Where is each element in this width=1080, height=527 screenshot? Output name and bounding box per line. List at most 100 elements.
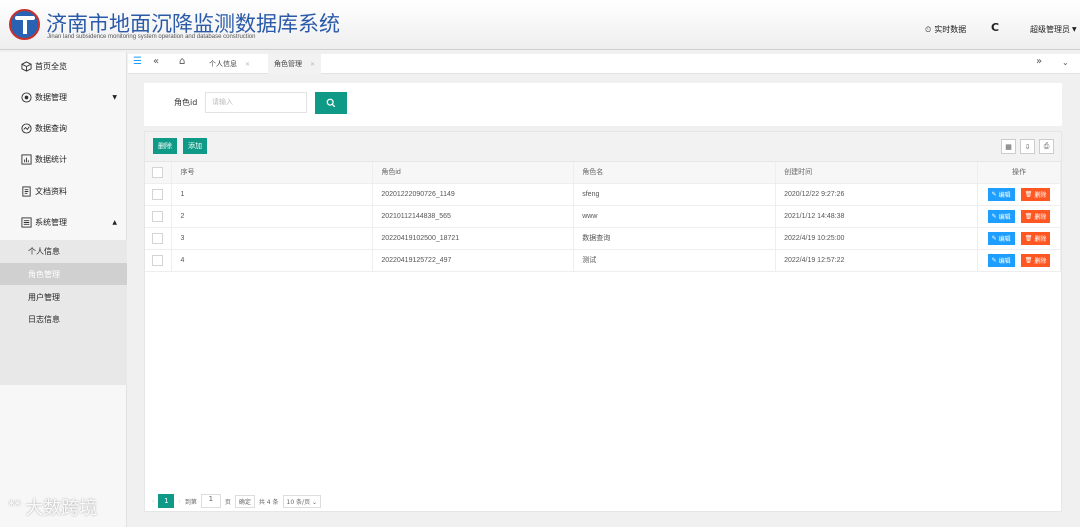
row-checkbox[interactable] (152, 254, 163, 266)
page-1-button[interactable]: 1 (158, 494, 175, 508)
sidebar-item-personal-info[interactable]: 个人信息 (0, 240, 127, 262)
row-actions: ✎ 编辑 🗑 删除 (977, 183, 1062, 206)
role-name: sfeng (573, 183, 777, 206)
print-icon[interactable]: ⎙ (1039, 139, 1054, 154)
row-number: 2 (171, 205, 374, 228)
realtime-data-link[interactable]: ⏲ 实时数据 (925, 24, 966, 35)
tab-bar: ☰ « ⌂ 个人信息 ✕ 角色管理 ✕ » ⌄ (128, 54, 1080, 74)
close-icon[interactable]: ✕ (245, 61, 250, 68)
sidebar-item-label: 数据管理 (35, 92, 67, 102)
export-icon[interactable]: ⇩ (1020, 139, 1035, 154)
role-id: 20220419102500_18721 (372, 227, 575, 250)
delete-button[interactable]: 删除 (153, 138, 177, 154)
prev-page-icon[interactable]: ‹ (152, 498, 154, 505)
add-button[interactable]: 添加 (183, 138, 207, 154)
table-row: 1 20201222090726_1149 sfeng 2020/12/22 9… (145, 183, 1062, 206)
table-header-row: 序号 角色id 角色名 创建时间 操作 (145, 162, 1062, 184)
sidebar-item-log-info[interactable]: 日志信息 (0, 308, 127, 330)
trash-icon: 🗑 (1024, 234, 1033, 242)
home-icon[interactable]: ⌂ (179, 56, 185, 67)
admin-menu[interactable]: 超级管理员 ▼ (1030, 24, 1077, 35)
edit-button[interactable]: ✎ 编辑 (987, 187, 1015, 201)
tab-personal-info[interactable]: 个人信息 ✕ (203, 54, 256, 74)
pagination: ‹ 1 › 到第 1 页 确定 共 4 条 10 条/页 ⌄ (152, 494, 325, 508)
confirm-page-button[interactable]: 确定 (234, 494, 255, 508)
edit-label: 编辑 (998, 191, 1011, 199)
sidebar-item-data-query[interactable]: 数据查询 (0, 116, 127, 140)
app-subtitle: Jinan land subsidence monitoring system … (47, 34, 256, 40)
sidebar-item-documents[interactable]: 文档资料 (0, 179, 127, 203)
delete-row-button[interactable]: 🗑 删除 (1020, 231, 1051, 245)
page-number-input[interactable]: 1 (200, 494, 221, 508)
page-size-select[interactable]: 10 条/页 ⌄ (282, 494, 322, 508)
row-checkbox[interactable] (152, 232, 163, 244)
sidebar-item-user-management[interactable]: 用户管理 (0, 286, 127, 308)
delete-label: 删除 (1034, 191, 1047, 199)
menu-toggle-icon[interactable]: ☰ (133, 56, 142, 67)
trend-icon (20, 122, 32, 134)
sidebar-item-system-management[interactable]: 系统管理 ▲ (0, 210, 127, 234)
sidebar: 首页全览 数据管理 ▼ 数据查询 数据统计 文档资料 系统管理 ▲ 个人信息 角… (0, 52, 127, 527)
edit-button[interactable]: ✎ 编辑 (987, 231, 1015, 245)
clock-icon: ⏲ (925, 24, 932, 34)
role-name: 数据查询 (573, 227, 777, 250)
sidebar-item-label: 系统管理 (35, 217, 67, 227)
select-all-checkbox[interactable] (152, 166, 163, 178)
search-icon (326, 98, 336, 108)
next-page-icon[interactable]: › (178, 498, 180, 505)
search-button[interactable] (315, 92, 347, 114)
select-all-cell (145, 162, 173, 184)
pencil-icon: ✎ (991, 190, 997, 198)
delete-row-button[interactable]: 🗑 删除 (1020, 209, 1051, 223)
realtime-label: 实时数据 (934, 25, 967, 34)
row-actions: ✎ 编辑 🗑 删除 (977, 227, 1062, 250)
logo-icon (9, 9, 40, 40)
table-row: 3 20220419102500_18721 数据查询 2022/4/19 10… (145, 227, 1062, 250)
row-checkbox[interactable] (152, 210, 163, 222)
sidebar-item-data-management[interactable]: 数据管理 ▼ (0, 85, 127, 109)
pencil-icon: ✎ (991, 256, 997, 264)
scroll-left-icon[interactable]: « (153, 56, 159, 67)
columns-icon[interactable]: ▦ (1001, 139, 1016, 154)
goto-label: 到第 (184, 498, 197, 506)
tab-role-management[interactable]: 角色管理 ✕ (268, 54, 322, 74)
system-submenu: 个人信息 角色管理 用户管理 日志信息 (0, 240, 127, 385)
trash-icon: 🗑 (1024, 212, 1033, 220)
caret-down-icon: ▼ (112, 93, 117, 101)
delete-label: 删除 (1034, 257, 1047, 265)
column-header: 序号 (171, 162, 374, 184)
delete-label: 删除 (1034, 213, 1047, 221)
doc-icon (20, 185, 32, 197)
role-name: www (573, 205, 777, 228)
delete-row-button[interactable]: 🗑 删除 (1020, 187, 1051, 201)
role-id: 20201222090726_1149 (372, 183, 575, 206)
row-select-cell (145, 205, 173, 228)
row-checkbox[interactable] (152, 188, 163, 200)
chart-icon (20, 153, 32, 165)
pencil-icon: ✎ (991, 234, 997, 242)
created-time: 2021/1/12 14:48:38 (775, 205, 978, 228)
created-time: 2020/12/22 9:27:26 (775, 183, 978, 206)
chevron-down-icon[interactable]: ⌄ (1062, 58, 1069, 67)
refresh-icon[interactable]: C (991, 21, 999, 34)
delete-row-button[interactable]: 🗑 删除 (1020, 253, 1051, 267)
sidebar-item-home[interactable]: 首页全览 (0, 54, 127, 78)
role-name: 测试 (573, 249, 777, 272)
row-number: 3 (171, 227, 374, 250)
column-header: 创建时间 (775, 162, 978, 184)
settings-icon (20, 216, 32, 228)
edit-button[interactable]: ✎ 编辑 (987, 209, 1015, 223)
scroll-right-icon[interactable]: » (1036, 56, 1042, 67)
sidebar-item-data-statistics[interactable]: 数据统计 (0, 147, 127, 171)
table-row: 2 20210112144838_565 www 2021/1/12 14:48… (145, 205, 1062, 228)
close-icon[interactable]: ✕ (310, 61, 315, 68)
watermark-logo-icon: ᕯ (8, 497, 22, 516)
search-panel: 角色id (144, 83, 1062, 126)
role-id-label: 角色id (174, 98, 198, 107)
sidebar-item-label: 首页全览 (35, 61, 67, 71)
role-id-input[interactable] (205, 92, 307, 113)
sidebar-item-role-management[interactable]: 角色管理 (0, 263, 127, 285)
created-time: 2022/4/19 10:25:00 (775, 227, 978, 250)
edit-button[interactable]: ✎ 编辑 (987, 253, 1015, 267)
row-select-cell (145, 227, 173, 250)
